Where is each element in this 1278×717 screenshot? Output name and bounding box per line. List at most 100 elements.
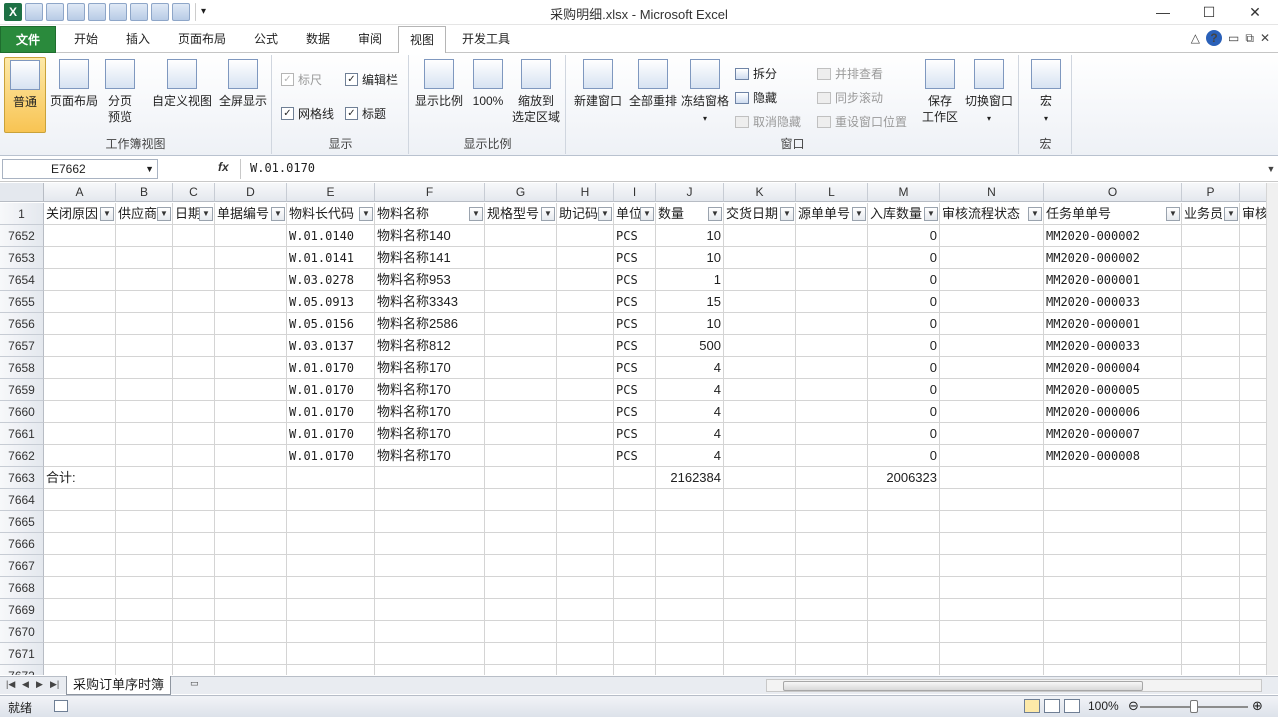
table-header-cell[interactable]: 任务单单号 ▼ bbox=[1044, 203, 1182, 225]
table-cell[interactable] bbox=[940, 357, 1044, 379]
table-cell[interactable] bbox=[173, 401, 215, 423]
hide-button[interactable]: 隐藏 bbox=[735, 89, 777, 106]
table-cell[interactable] bbox=[1240, 379, 1266, 401]
vertical-scrollbar[interactable] bbox=[1266, 183, 1278, 675]
table-cell[interactable] bbox=[1044, 643, 1182, 665]
table-cell[interactable] bbox=[287, 599, 375, 621]
page-break-view-icon[interactable] bbox=[1064, 699, 1080, 713]
table-cell[interactable] bbox=[724, 643, 796, 665]
table-cell[interactable] bbox=[557, 423, 614, 445]
table-cell[interactable] bbox=[1240, 533, 1266, 555]
table-cell[interactable]: 物料名称170 bbox=[375, 423, 485, 445]
table-cell[interactable]: 0 bbox=[868, 445, 940, 467]
table-cell[interactable] bbox=[485, 379, 557, 401]
table-cell[interactable]: 15 bbox=[656, 291, 724, 313]
table-cell[interactable] bbox=[796, 423, 868, 445]
zoom-level[interactable]: 100% bbox=[1088, 699, 1119, 713]
table-cell[interactable] bbox=[1240, 643, 1266, 665]
table-cell[interactable] bbox=[215, 269, 287, 291]
table-cell[interactable] bbox=[1044, 533, 1182, 555]
table-cell[interactable] bbox=[44, 379, 116, 401]
table-cell[interactable] bbox=[287, 643, 375, 665]
table-cell[interactable] bbox=[215, 467, 287, 489]
table-cell[interactable] bbox=[1240, 577, 1266, 599]
row-header[interactable]: 7658 bbox=[0, 357, 44, 379]
table-header-cell[interactable]: 源单单号 ▼ bbox=[796, 203, 868, 225]
table-cell[interactable] bbox=[116, 335, 173, 357]
table-cell[interactable] bbox=[656, 643, 724, 665]
table-header-cell[interactable]: 审核 bbox=[1240, 203, 1266, 225]
table-cell[interactable] bbox=[724, 269, 796, 291]
table-cell[interactable]: W.01.0170 bbox=[287, 423, 375, 445]
table-cell[interactable] bbox=[485, 291, 557, 313]
table-cell[interactable] bbox=[724, 489, 796, 511]
row-header[interactable]: 7653 bbox=[0, 247, 44, 269]
table-header-cell[interactable]: 关闭原因 ▼ bbox=[44, 203, 116, 225]
table-cell[interactable] bbox=[44, 621, 116, 643]
table-cell[interactable] bbox=[868, 555, 940, 577]
table-cell[interactable] bbox=[557, 269, 614, 291]
table-cell[interactable] bbox=[557, 247, 614, 269]
filter-dropdown-icon[interactable]: ▼ bbox=[271, 207, 285, 221]
minimize-icon[interactable]: — bbox=[1140, 0, 1186, 25]
custom-views-button[interactable]: 自定义视图 bbox=[150, 57, 214, 133]
table-cell[interactable] bbox=[485, 555, 557, 577]
table-cell[interactable] bbox=[173, 445, 215, 467]
table-cell[interactable] bbox=[116, 533, 173, 555]
table-cell[interactable] bbox=[173, 379, 215, 401]
table-cell[interactable] bbox=[940, 511, 1044, 533]
table-cell[interactable] bbox=[1044, 467, 1182, 489]
table-cell[interactable] bbox=[1182, 467, 1240, 489]
table-cell[interactable] bbox=[1240, 401, 1266, 423]
wb-restore-icon[interactable]: ⧉ bbox=[1245, 31, 1254, 46]
table-cell[interactable] bbox=[557, 533, 614, 555]
zoom-in-icon[interactable]: ⊕ bbox=[1252, 698, 1263, 714]
table-cell[interactable] bbox=[724, 577, 796, 599]
table-cell[interactable] bbox=[796, 225, 868, 247]
table-cell[interactable] bbox=[215, 489, 287, 511]
filter-dropdown-icon[interactable]: ▼ bbox=[852, 207, 866, 221]
table-cell[interactable] bbox=[173, 335, 215, 357]
row-header[interactable]: 7666 bbox=[0, 533, 44, 555]
table-header-cell[interactable]: 日期 ▼ bbox=[173, 203, 215, 225]
table-cell[interactable]: 10 bbox=[656, 225, 724, 247]
column-header-partial[interactable] bbox=[1240, 183, 1266, 202]
row-header[interactable]: 7669 bbox=[0, 599, 44, 621]
table-cell[interactable] bbox=[287, 467, 375, 489]
table-cell[interactable]: 0 bbox=[868, 357, 940, 379]
table-cell[interactable] bbox=[173, 555, 215, 577]
last-sheet-icon[interactable]: ▶| bbox=[50, 679, 59, 690]
zoom-out-icon[interactable]: ⊖ bbox=[1128, 698, 1139, 714]
table-cell[interactable]: MM2020-000004 bbox=[1044, 357, 1182, 379]
table-cell[interactable] bbox=[868, 599, 940, 621]
table-cell[interactable]: MM2020-000006 bbox=[1044, 401, 1182, 423]
table-cell[interactable]: PCS bbox=[614, 335, 656, 357]
table-cell[interactable] bbox=[116, 467, 173, 489]
table-cell[interactable]: 合计: bbox=[44, 467, 116, 489]
table-cell[interactable]: MM2020-000005 bbox=[1044, 379, 1182, 401]
sync-scroll-button[interactable]: 同步滚动 bbox=[817, 89, 883, 106]
table-cell[interactable] bbox=[173, 269, 215, 291]
filter-dropdown-icon[interactable]: ▼ bbox=[100, 207, 114, 221]
table-cell[interactable] bbox=[724, 511, 796, 533]
ruler-checkbox[interactable]: ✓ 标尺 bbox=[281, 71, 322, 88]
column-header-c[interactable]: C bbox=[173, 183, 215, 202]
table-cell[interactable] bbox=[724, 665, 796, 675]
worksheet-grid[interactable]: A B C D E F G H I J K L M N O P 1 关闭原因 ▼ 供应商 ▼ 日期 ▼ 单据编号 ▼ 物料长代码 ▼… bbox=[0, 183, 1266, 675]
table-cell[interactable] bbox=[44, 401, 116, 423]
zoom-100-button[interactable]: 100% bbox=[468, 57, 508, 133]
table-cell[interactable]: W.01.0141 bbox=[287, 247, 375, 269]
table-cell[interactable]: PCS bbox=[614, 225, 656, 247]
table-cell[interactable] bbox=[557, 555, 614, 577]
table-cell[interactable] bbox=[1182, 313, 1240, 335]
table-cell[interactable] bbox=[940, 291, 1044, 313]
table-cell[interactable] bbox=[44, 291, 116, 313]
table-cell[interactable] bbox=[940, 643, 1044, 665]
table-cell[interactable] bbox=[614, 467, 656, 489]
table-cell[interactable] bbox=[940, 577, 1044, 599]
table-cell[interactable] bbox=[173, 665, 215, 675]
table-cell[interactable] bbox=[1182, 665, 1240, 675]
table-cell[interactable] bbox=[215, 247, 287, 269]
table-cell[interactable] bbox=[173, 599, 215, 621]
table-cell[interactable] bbox=[44, 269, 116, 291]
